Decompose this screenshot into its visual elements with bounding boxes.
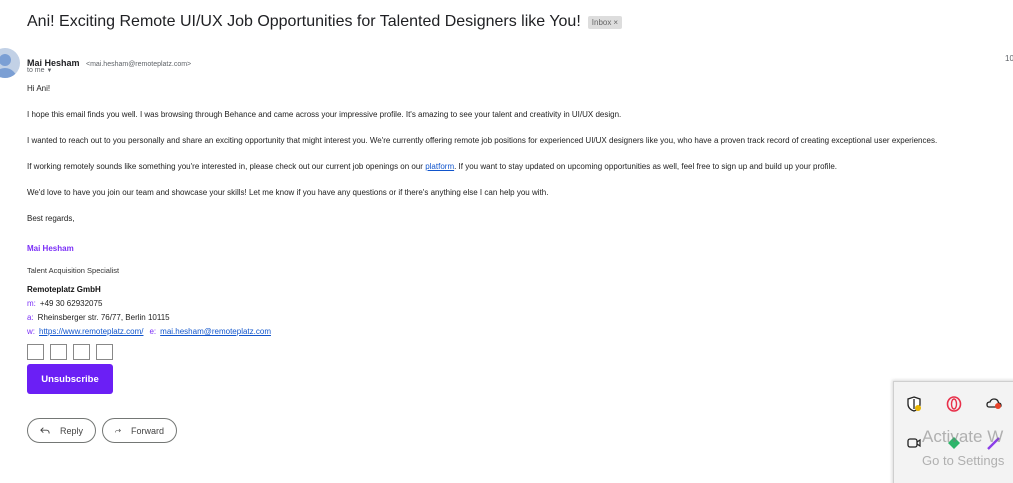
forward-button[interactable]: Forward (102, 418, 177, 443)
forward-icon (115, 428, 121, 433)
platform-link[interactable]: platform (425, 162, 454, 171)
paragraph-3-end: . If you want to stay updated on upcomin… (454, 162, 838, 171)
email-subject: Ani! Exciting Remote UI/UX Job Opportuni… (27, 13, 581, 30)
paragraph-3-start: If working remotely sounds like somethin… (27, 162, 426, 171)
email-paragraph-2: I wanted to reach out to you personally … (27, 136, 938, 145)
inbox-label-chip[interactable]: Inbox × (587, 15, 623, 29)
social-icon-2[interactable] (50, 344, 67, 360)
creative-cloud-icon[interactable] (985, 395, 1003, 413)
chevron-down-icon[interactable]: ▼ (47, 68, 53, 74)
sender-avatar[interactable] (0, 48, 20, 78)
signature-company: Remoteplatz GmbH (27, 285, 101, 294)
website-link[interactable]: https://www.remoteplatz.com/ (39, 327, 143, 336)
social-icon-4[interactable] (96, 344, 113, 360)
social-icon-1[interactable] (27, 344, 44, 360)
reply-button[interactable]: Reply (27, 418, 96, 443)
avatar-body-shape (0, 68, 17, 78)
social-icon-3[interactable] (73, 344, 90, 360)
signature-web-email: w: https://www.remoteplatz.com/e: mai.hesh… (27, 327, 271, 336)
system-tray-popup (893, 381, 1013, 483)
meeting-camera-icon[interactable] (905, 434, 923, 452)
email-paragraph-4: We'd love to have you join our team and … (27, 188, 549, 197)
reply-icon (40, 426, 50, 434)
address-key: a: (27, 313, 34, 322)
recipient-text: to me (27, 67, 45, 74)
email-paragraph-1: I hope this email finds you well. I was … (27, 110, 622, 119)
app-tray-icon[interactable] (945, 434, 963, 452)
email-link[interactable]: mai.hesham@remoteplatz.com (160, 327, 271, 336)
email-closing: Best regards, (27, 214, 75, 223)
signature-address: a: Rheinsberger str. 76/77, Berlin 10115 (27, 313, 170, 322)
sender-email: <mai.hesham@remoteplatz.com> (85, 61, 192, 68)
remove-label-icon[interactable]: × (613, 18, 618, 27)
address-value: Rheinsberger str. 76/77, Berlin 10115 (37, 313, 170, 322)
signature-title: Talent Acquisition Specialist (27, 266, 120, 275)
signature-phone: m: +49 30 62932075 (27, 299, 102, 308)
reply-label: Reply (59, 425, 83, 436)
inbox-label-text: Inbox (591, 17, 612, 27)
social-icons (27, 344, 113, 360)
forward-label: Forward (130, 425, 164, 436)
phone-key: m: (27, 299, 36, 308)
email-subject-row: Ani! Exciting Remote UI/UX Job Opportuni… (27, 13, 623, 31)
email-key: e: (149, 327, 157, 336)
email-paragraph-3: If working remotely sounds like somethin… (27, 162, 837, 171)
unsubscribe-button[interactable]: Unsubscribe (27, 364, 113, 394)
phone-value: +49 30 62932075 (39, 299, 103, 308)
signature-name: Mai Hesham (27, 244, 74, 253)
recipient-details[interactable]: to me ▼ (27, 67, 52, 74)
email-date: 10 (1005, 54, 1013, 63)
email-greeting: Hi Ani! (27, 84, 51, 93)
web-key: w: (27, 327, 35, 336)
avatar-head-shape (0, 54, 11, 66)
security-shield-icon[interactable] (905, 395, 923, 413)
pen-icon[interactable] (985, 434, 1003, 452)
opera-icon[interactable] (945, 395, 963, 413)
